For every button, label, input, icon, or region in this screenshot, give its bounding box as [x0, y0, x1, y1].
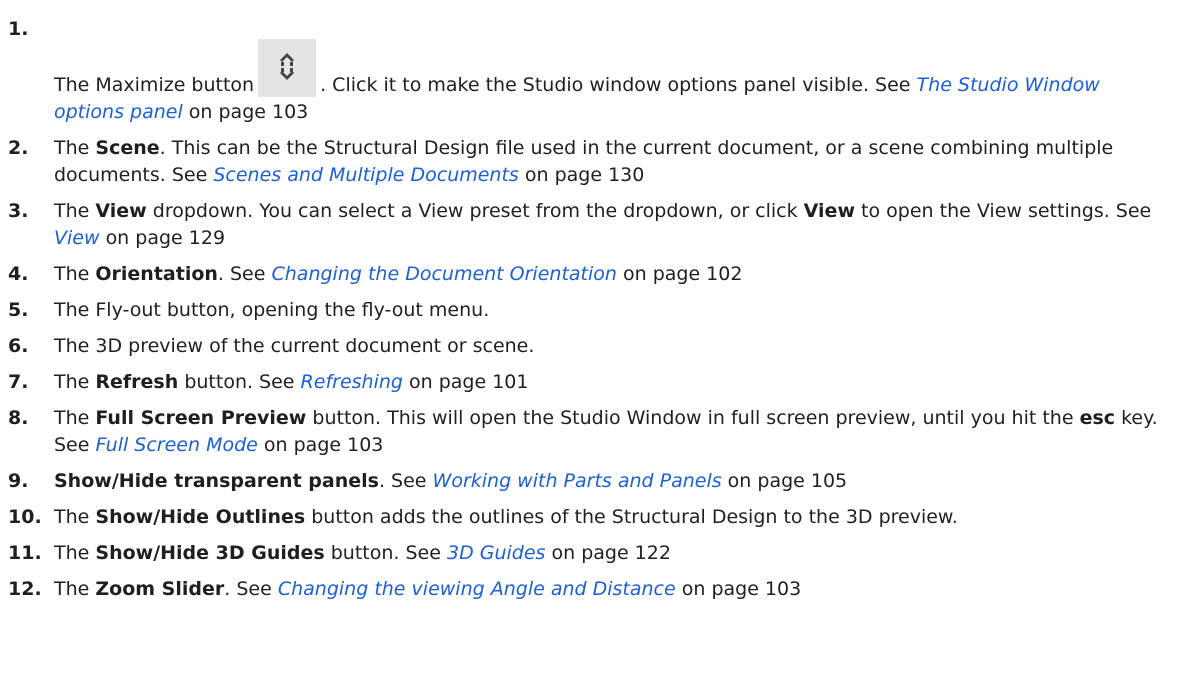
list-item-2: 2. The Scene. This can be the Structural… [8, 135, 1170, 189]
list-item-10: 10. The Show/Hide Outlines button adds t… [8, 504, 1170, 531]
item-number: 5. [8, 299, 29, 321]
item-number: 7. [8, 371, 29, 393]
item-text: The Show/Hide 3D Guides button. See 3D G… [54, 542, 671, 564]
item-number: 12. [8, 578, 42, 600]
item-text: The Orientation. See Changing the Docume… [54, 263, 743, 285]
xref-link[interactable]: Scenes and Multiple Documents [213, 164, 519, 186]
item-number: 6. [8, 335, 29, 357]
item-number: 4. [8, 263, 29, 285]
list-item-6: 6. The 3D preview of the current documen… [8, 333, 1170, 360]
list-item-8: 8. The Full Screen Preview button. This … [8, 405, 1170, 459]
item-text: The Scene. This can be the Structural De… [54, 137, 1114, 186]
list-item-4: 4. The Orientation. See Changing the Doc… [8, 261, 1170, 288]
maximize-button-icon [258, 39, 317, 97]
item-number: 9. [8, 470, 29, 492]
item-text: The Maximize button . Click it to make t… [54, 0, 1170, 126]
xref-link[interactable]: Full Screen Mode [96, 434, 258, 456]
item-number: 10. [8, 506, 42, 528]
numbered-list: 1. The Maximize button . Click it to mak… [0, 0, 1184, 603]
item-text: Show/Hide transparent panels. See Workin… [54, 470, 848, 492]
item-text: The Refresh button. See Refreshing on pa… [54, 371, 529, 393]
item-text: The Show/Hide Outlines button adds the o… [54, 506, 958, 528]
up-down-arrows-icon [280, 53, 295, 80]
list-item-11: 11. The Show/Hide 3D Guides button. See … [8, 540, 1170, 567]
item-number: 3. [8, 200, 29, 222]
item-text: The View dropdown. You can select a View… [54, 200, 1152, 249]
xref-link[interactable]: View [54, 227, 100, 249]
item-text: The Zoom Slider. See Changing the viewin… [54, 578, 802, 600]
xref-link[interactable]: 3D Guides [447, 542, 545, 564]
item-number: 8. [8, 407, 29, 429]
item-text: The Fly-out button, opening the fly-out … [54, 299, 490, 321]
item-number: 11. [8, 542, 42, 564]
xref-link[interactable]: Refreshing [301, 371, 403, 393]
list-item-7: 7. The Refresh button. See Refreshing on… [8, 369, 1170, 396]
item-text: The Full Screen Preview button. This wil… [54, 407, 1158, 456]
list-item-9: 9. Show/Hide transparent panels. See Wor… [8, 468, 1170, 495]
xref-link[interactable]: Changing the viewing Angle and Distance [278, 578, 676, 600]
xref-link[interactable]: Working with Parts and Panels [433, 470, 722, 492]
list-item-5: 5. The Fly-out button, opening the fly-o… [8, 297, 1170, 324]
xref-link[interactable]: Changing the Document Orientation [272, 263, 617, 285]
list-item-1: 1. The Maximize button . Click it to mak… [8, 0, 1170, 126]
list-item-3: 3. The View dropdown. You can select a V… [8, 198, 1170, 252]
item-text: The 3D preview of the current document o… [54, 335, 535, 357]
list-item-12: 12. The Zoom Slider. See Changing the vi… [8, 576, 1170, 603]
item-number: 1. [8, 18, 29, 40]
item-number: 2. [8, 137, 29, 159]
